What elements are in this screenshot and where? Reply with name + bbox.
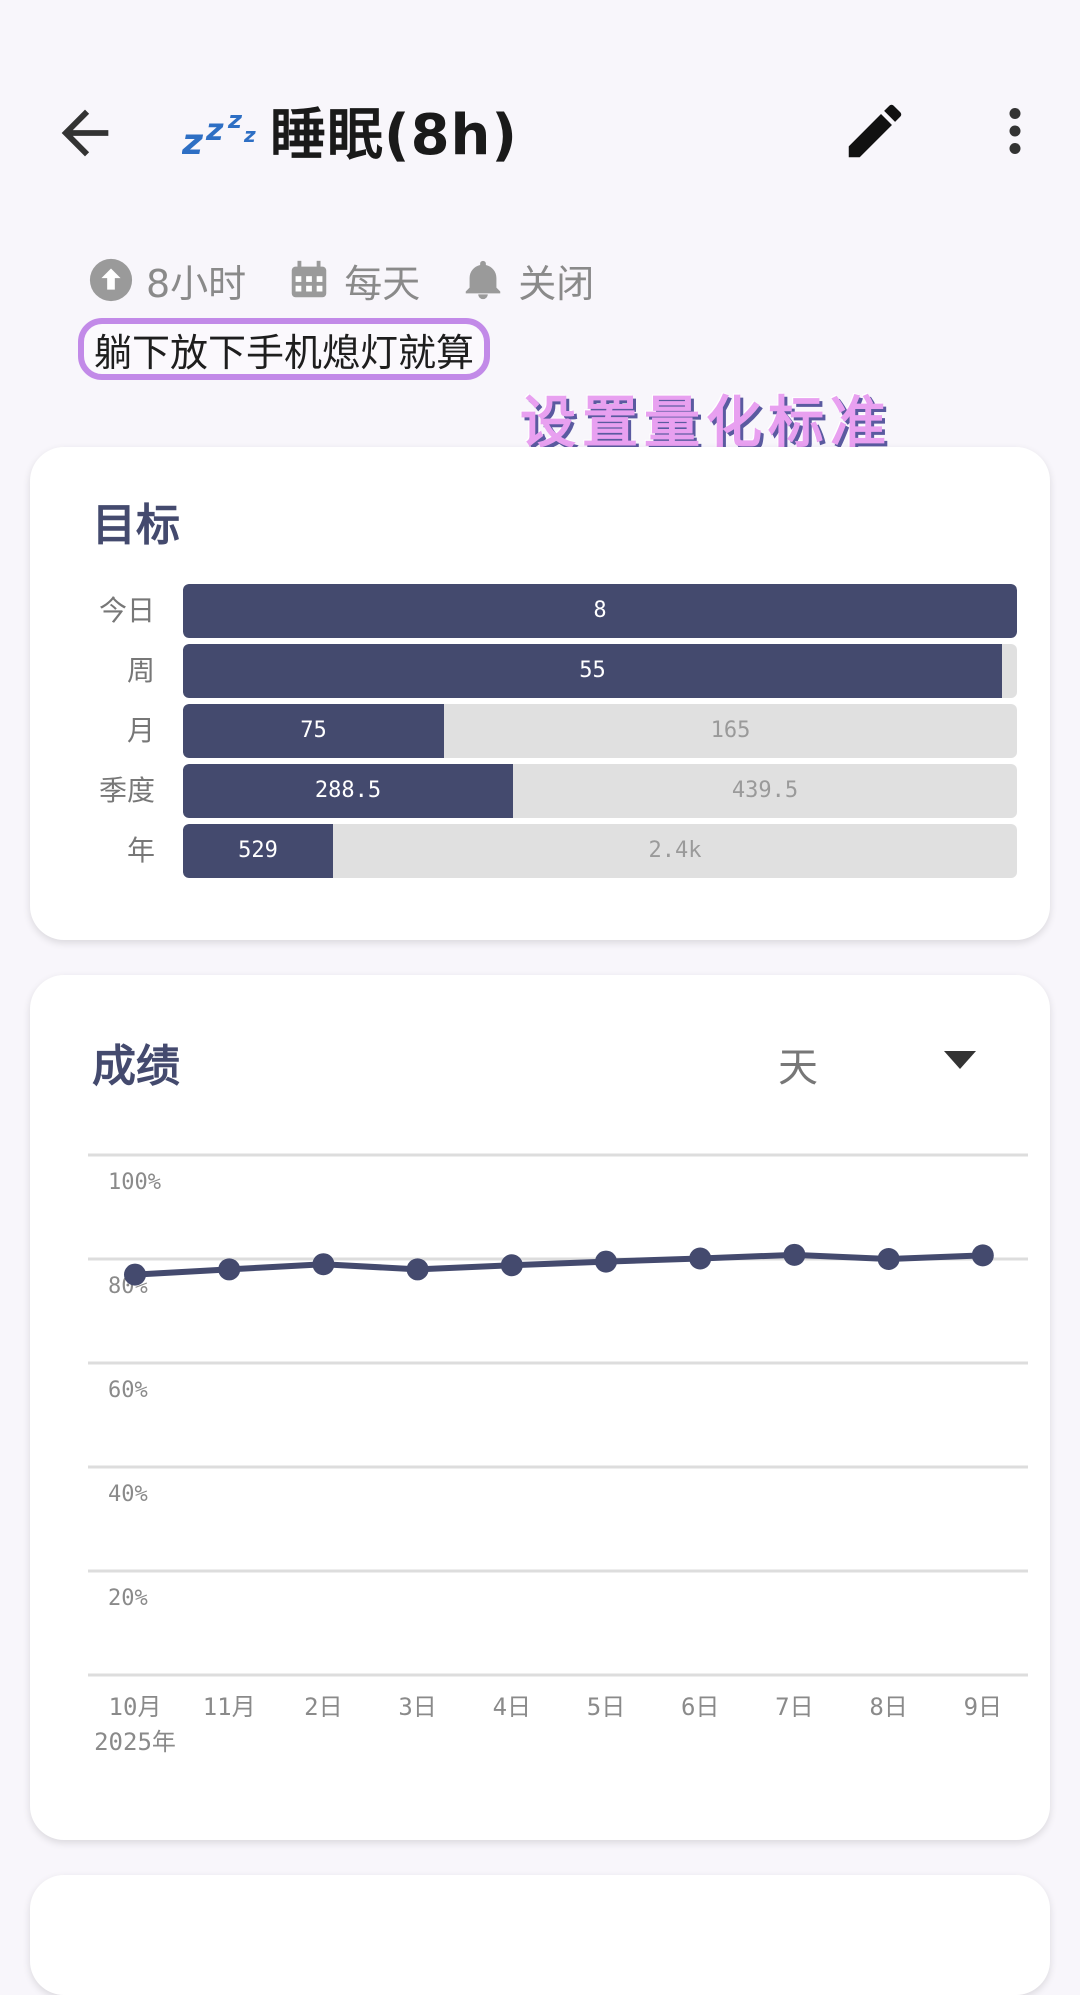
- score-data-point[interactable]: [971, 1244, 994, 1267]
- goal-card-title: 目标: [92, 500, 180, 551]
- x-tick-label: 4日: [493, 1693, 531, 1721]
- x-tick-label: 10月: [109, 1693, 162, 1721]
- goal-bar-row: 今日 8: [30, 584, 1050, 638]
- svg-text:z: z: [243, 123, 256, 147]
- goal-bar-remaining-value: 2.4k: [648, 838, 702, 863]
- x-tick-label: 2日: [304, 1693, 342, 1721]
- goal-bar-label: 年: [126, 834, 155, 867]
- score-card: 成绩 天 100% 80% 60% 40% 20% 10月 11月 2日 3日 4日 5日 6日 7日 8…: [30, 975, 1050, 1840]
- bell-icon: [465, 260, 501, 300]
- svg-text:z: z: [227, 106, 243, 134]
- goal-bar-done-value: 529: [238, 838, 278, 863]
- x-tick-label: 3日: [398, 1693, 436, 1721]
- page-title-text: 睡眠(8h): [270, 102, 519, 168]
- goal-bar-row: 周 55: [30, 644, 1050, 698]
- goal-bar-label: 今日: [98, 594, 155, 627]
- score-data-point[interactable]: [312, 1253, 335, 1276]
- x-tick-label: 5日: [587, 1693, 625, 1721]
- goal-bar-remaining-value: 165: [710, 718, 751, 743]
- frequency-text: 每天: [344, 261, 421, 306]
- goal-bar-remaining-value: 439.5: [731, 778, 799, 803]
- y-tick-label: 40%: [108, 1482, 148, 1507]
- reminder-text: 关闭: [518, 261, 595, 306]
- goal-bar-label: 周: [126, 654, 155, 687]
- goal-bar-track: 8: [183, 584, 1017, 638]
- page-title: z z z z 睡眠(8h): [182, 90, 518, 170]
- goal-card: 目标 今日 8 周 55 月 75 165 季度 288.5 439.5 年 529 2.4k: [30, 447, 1050, 940]
- goal-bar-done-value: 288.5: [314, 778, 382, 803]
- score-data-point[interactable]: [877, 1248, 900, 1270]
- frequency-info: 每天: [286, 253, 420, 308]
- pencil-icon: [848, 104, 902, 158]
- y-tick-label: 60%: [108, 1378, 148, 1403]
- goal-bar-done-value: 55: [579, 658, 606, 683]
- target-text: 8小时: [146, 261, 247, 306]
- goal-bar-track: 75 165: [183, 704, 1017, 758]
- goal-bar-track: 288.5 439.5: [183, 764, 1017, 818]
- edit-button[interactable]: [840, 96, 910, 166]
- goal-bar-row: 季度 288.5 439.5: [30, 764, 1050, 818]
- svg-text:z: z: [205, 113, 224, 148]
- habit-description: 躺下放下手机熄灯就算: [78, 318, 491, 380]
- score-data-point[interactable]: [783, 1243, 806, 1266]
- goal-bar-row: 月 75 165: [30, 704, 1050, 758]
- score-data-point[interactable]: [124, 1263, 146, 1286]
- svg-text:z: z: [182, 122, 204, 160]
- reminder-info: 关闭: [460, 253, 594, 308]
- x-tick-label: 11月: [203, 1693, 256, 1721]
- calendar-icon: [291, 260, 327, 298]
- goal-bar-done-value: 8: [593, 598, 607, 623]
- arrow-up-circle-icon: [89, 258, 133, 302]
- x-tick-label: 6日: [681, 1693, 719, 1721]
- goal-bar-done-value: 75: [300, 718, 327, 743]
- score-data-point[interactable]: [406, 1258, 429, 1281]
- goal-bar-row: 年 529 2.4k: [30, 824, 1050, 878]
- score-data-point[interactable]: [218, 1258, 241, 1281]
- score-data-point[interactable]: [689, 1247, 712, 1270]
- y-tick-label: 20%: [108, 1586, 148, 1611]
- goal-bar-track: 529 2.4k: [183, 824, 1017, 878]
- goal-bar-label: 月: [126, 714, 155, 747]
- app-header: z z z z 睡眠(8h): [0, 60, 1080, 200]
- habit-meta-row: 8小时 每天 关闭: [88, 250, 594, 310]
- x-year-label: 2025年: [94, 1728, 176, 1756]
- target-info: 8小时: [88, 253, 246, 308]
- arrow-back-icon: [61, 109, 109, 157]
- next-card: [30, 1875, 1050, 1995]
- score-line-chart: 100%80%60%40%20%10月 11月 2日 3日 4日 5日 6日 7日 8日 9日20…: [88, 1153, 1028, 1756]
- goal-bar-label: 季度: [98, 774, 155, 807]
- x-tick-label: 8日: [869, 1693, 907, 1721]
- more-options-button[interactable]: [985, 96, 1045, 166]
- score-data-point[interactable]: [595, 1250, 617, 1273]
- score-data-point[interactable]: [500, 1254, 523, 1277]
- back-button[interactable]: [50, 98, 120, 168]
- x-tick-label: 7日: [775, 1693, 813, 1721]
- y-tick-label: 100%: [108, 1170, 161, 1195]
- zzz-icon: z z z z: [182, 106, 256, 160]
- goal-bar-track: 55: [183, 644, 1017, 698]
- x-tick-label: 9日: [964, 1693, 1002, 1721]
- more-vert-icon: [1009, 108, 1021, 154]
